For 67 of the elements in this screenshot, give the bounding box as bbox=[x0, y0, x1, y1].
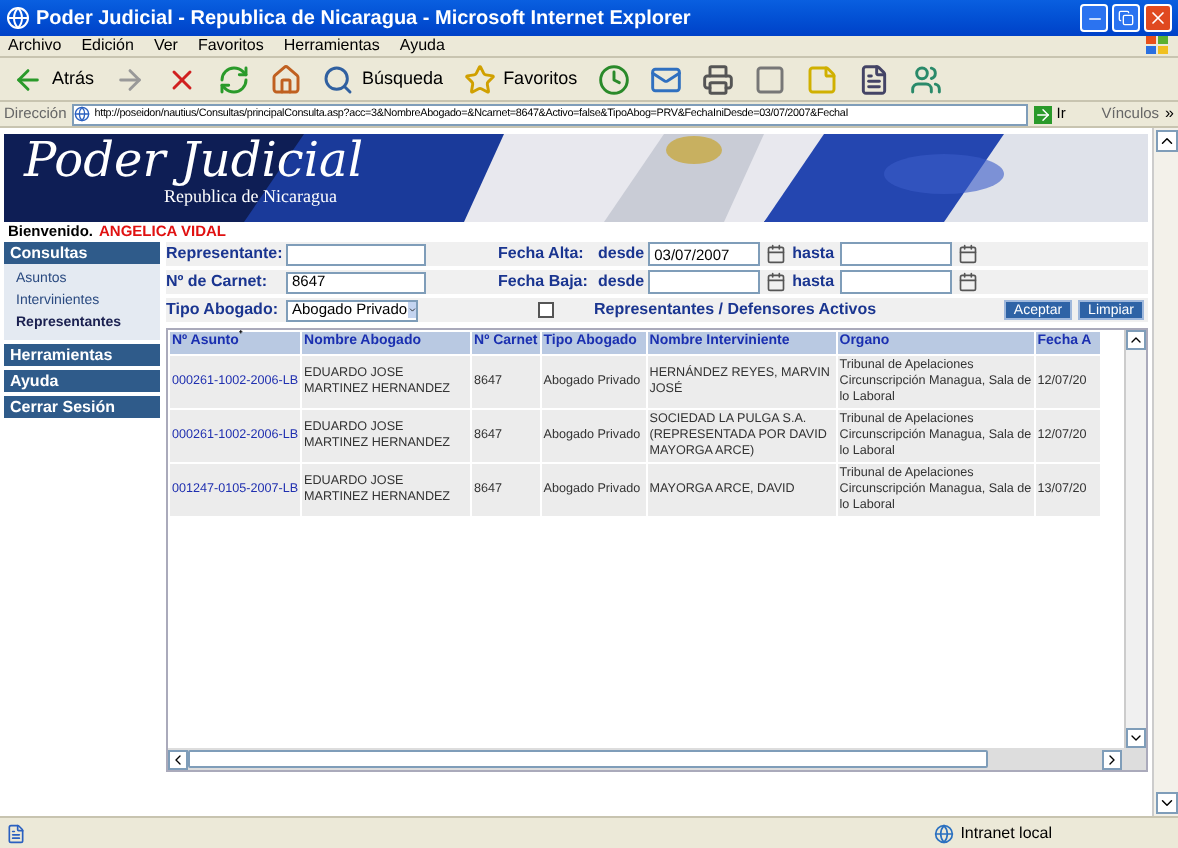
calendar-icon[interactable] bbox=[766, 272, 787, 292]
field-label: hasta bbox=[792, 270, 835, 294]
date-field[interactable] bbox=[840, 242, 953, 266]
search-icon bbox=[322, 63, 355, 95]
field-label: Fecha Alta: bbox=[498, 242, 586, 266]
close-button[interactable] bbox=[1144, 4, 1172, 32]
field-label: Fecha Baja: bbox=[498, 270, 590, 294]
field-label: desde bbox=[598, 270, 645, 294]
go-icon bbox=[1034, 105, 1053, 123]
sidebar-section[interactable]: Herramientas bbox=[4, 344, 160, 366]
menu-item[interactable]: Favoritos bbox=[197, 34, 264, 58]
menu-item[interactable]: Archivo bbox=[8, 34, 62, 58]
banner-subtitle: Republica de Nicaragua bbox=[164, 188, 337, 206]
history-icon bbox=[597, 63, 630, 95]
checkbox[interactable] bbox=[538, 302, 554, 318]
close-icon bbox=[1148, 8, 1168, 28]
search-button[interactable]: Búsqueda bbox=[314, 59, 452, 99]
refresh-icon bbox=[218, 63, 251, 95]
field-label: desde bbox=[598, 242, 645, 266]
favorites-button[interactable]: Favoritos bbox=[455, 59, 586, 99]
date-field[interactable] bbox=[840, 270, 953, 294]
messenger-icon bbox=[909, 63, 942, 95]
sidebar-section[interactable]: Ayuda bbox=[4, 370, 160, 392]
horizontal-scrollbar[interactable] bbox=[168, 748, 1146, 770]
menu-item[interactable]: Edición bbox=[81, 34, 134, 58]
menu-item[interactable]: Ayuda bbox=[399, 34, 445, 58]
calendar-icon[interactable] bbox=[766, 244, 787, 264]
field-label: Representante: bbox=[166, 242, 285, 266]
menu-item[interactable]: Herramientas bbox=[283, 34, 380, 58]
restore-icon bbox=[1118, 10, 1134, 26]
back-button[interactable]: Atrás bbox=[4, 59, 103, 99]
date-field[interactable] bbox=[648, 270, 761, 294]
scroll-right-icon[interactable] bbox=[1102, 749, 1122, 769]
more-chevron[interactable]: » bbox=[1165, 102, 1174, 126]
scroll-down-icon[interactable] bbox=[1155, 792, 1177, 814]
page-status-icon bbox=[6, 823, 26, 843]
window-title: Poder Judicial - Republica de Nicaragua - Microsoft Internet Explorer bbox=[36, 5, 691, 33]
checkbox-label: Representantes / Defensores Activos bbox=[594, 298, 877, 322]
browser-icon bbox=[6, 6, 30, 30]
print-icon bbox=[701, 63, 734, 95]
scroll-up-icon[interactable] bbox=[1155, 130, 1177, 152]
sidebar-section[interactable]: Consultas bbox=[4, 242, 160, 264]
page-icon bbox=[74, 106, 91, 122]
scroll-thumb[interactable] bbox=[188, 750, 988, 768]
minimize-button[interactable] bbox=[1080, 4, 1108, 32]
calendar-icon[interactable] bbox=[958, 272, 979, 292]
input-field[interactable] bbox=[286, 243, 426, 265]
dropdown-icon bbox=[407, 302, 416, 318]
calendar-icon[interactable] bbox=[958, 244, 979, 264]
windows-logo-icon bbox=[1146, 36, 1170, 56]
intranet-icon bbox=[934, 823, 955, 843]
field-label: Tipo Abogado: bbox=[166, 298, 280, 322]
field-label: Nº de Carnet: bbox=[166, 270, 269, 294]
field-label: hasta bbox=[792, 242, 835, 266]
favorites-icon bbox=[463, 63, 496, 95]
zone-label: Intranet local bbox=[960, 821, 1052, 845]
menu-item[interactable]: Ver bbox=[153, 34, 178, 58]
note-icon bbox=[805, 63, 838, 95]
scroll-left-icon[interactable] bbox=[168, 749, 188, 769]
back-icon bbox=[12, 63, 44, 95]
mail-icon bbox=[649, 63, 682, 95]
home-icon bbox=[270, 63, 303, 95]
banner-title: Poder Judicial bbox=[24, 136, 364, 184]
sidebar-section[interactable]: Cerrar Sesión bbox=[4, 396, 160, 418]
maximize-button[interactable] bbox=[1112, 4, 1140, 32]
page-scrollbar[interactable] bbox=[1152, 128, 1178, 816]
forward-icon bbox=[114, 63, 147, 95]
